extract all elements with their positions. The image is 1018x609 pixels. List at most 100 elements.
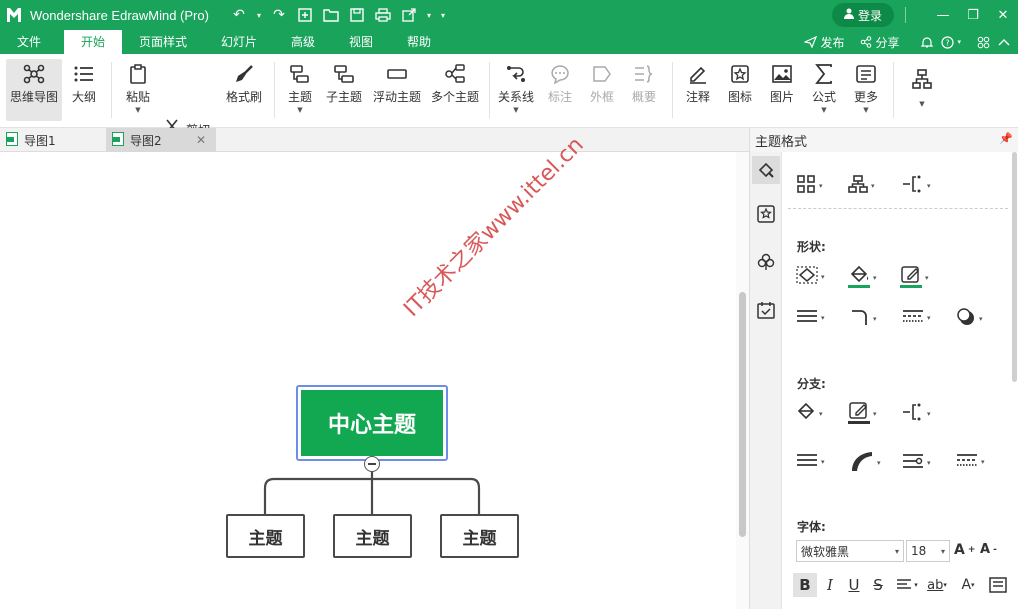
sigma-icon — [815, 59, 833, 89]
subtopic-node[interactable]: 主题 — [440, 514, 519, 558]
clover-icon[interactable] — [752, 248, 780, 276]
help-icon[interactable]: ? ▾ — [941, 35, 969, 49]
org-chart-icon — [848, 174, 868, 197]
font-section-label: 字体: — [797, 520, 826, 534]
font-family-select[interactable]: 微软雅黑 ▾ — [796, 540, 904, 562]
collapse-ribbon-icon[interactable] — [998, 38, 1010, 46]
format-brush-icon[interactable] — [752, 156, 780, 184]
line-weight-icon — [796, 452, 818, 471]
layout-style-picker[interactable]: ▾ — [796, 174, 823, 197]
title-separator — [905, 7, 906, 23]
panel-scrollbar-thumb[interactable] — [1012, 152, 1017, 382]
grid-layout-icon — [796, 174, 816, 197]
corner-style-picker[interactable]: ▾ — [850, 308, 877, 329]
dash-style-icon — [956, 452, 978, 471]
shape-picker[interactable]: ▾ — [796, 266, 825, 287]
publish-label: 发布 — [820, 35, 845, 50]
formula-button[interactable]: 公式 ▼ — [806, 59, 842, 121]
restore-icon[interactable]: ❐ — [958, 0, 988, 30]
decrease-font-icon[interactable]: A- — [980, 542, 997, 557]
login-label: 登录 — [857, 8, 882, 23]
align-icon[interactable]: ▾ — [892, 573, 922, 597]
image-label: 图片 — [769, 90, 794, 104]
connector-style-icon — [902, 174, 924, 197]
more-dropdown-icon[interactable]: ▼ — [863, 105, 868, 115]
border-color-picker[interactable]: ▾ — [900, 264, 929, 291]
canvas-vertical-scrollbar[interactable] — [736, 152, 749, 609]
shape-section-label: 形状: — [797, 240, 826, 254]
branch-fill-picker[interactable]: ▾ — [796, 402, 823, 425]
line-weight-picker[interactable]: ▾ — [796, 308, 825, 327]
structure-picker[interactable]: ▾ — [848, 174, 875, 197]
subtopic-node[interactable]: 主题 — [226, 514, 305, 558]
paint-bucket-icon — [848, 264, 870, 291]
icon-star-tab-icon[interactable] — [752, 200, 780, 228]
branch-connector-picker[interactable]: ▾ — [902, 402, 931, 425]
formula-dropdown-icon[interactable]: ▼ — [821, 105, 826, 115]
panel-scrollbar[interactable] — [1010, 152, 1018, 609]
apps-grid-icon[interactable] — [977, 36, 990, 49]
ribbon-separator — [893, 62, 894, 118]
subtopic-node[interactable]: 主题 — [333, 514, 412, 558]
svg-text:?: ? — [946, 38, 950, 47]
increase-font-icon[interactable]: A + — [954, 542, 975, 558]
font-color-icon[interactable]: A ▾ — [954, 573, 982, 597]
branch-arrow-icon — [902, 452, 924, 473]
layout-button[interactable]: ▼ — [902, 59, 942, 121]
border-pencil-icon — [848, 400, 870, 427]
scrollbar-thumb[interactable] — [739, 292, 746, 537]
login-button[interactable]: 登录 — [832, 3, 894, 27]
image-button[interactable]: 图片 — [764, 59, 800, 121]
shape-diamond-icon — [796, 266, 818, 287]
panel-side-tabs — [750, 152, 782, 609]
more-label: 更多 — [853, 90, 878, 104]
shadow-picker[interactable]: ▾ — [956, 308, 983, 329]
pin-icon[interactable]: 📌 — [999, 132, 1013, 145]
connector-style-picker[interactable]: ▾ — [902, 174, 931, 197]
panel-title: 主题格式 — [755, 134, 808, 150]
tapered-branch-icon — [850, 450, 874, 475]
border-pencil-icon — [900, 264, 922, 291]
panel-header: 主题格式 📌 — [750, 128, 1018, 152]
chevron-down-icon: ▾ — [940, 546, 945, 556]
branch-line-color-picker[interactable]: ▾ — [848, 400, 877, 427]
publish-button[interactable]: 发布 — [804, 34, 852, 51]
shadow-icon — [956, 308, 976, 329]
share-button[interactable]: 分享 — [860, 34, 907, 51]
branch-weight-picker[interactable]: ▾ — [796, 452, 825, 471]
layout-dropdown-icon[interactable]: ▼ — [919, 99, 924, 109]
formula-label: 公式 — [811, 90, 836, 104]
central-topic[interactable]: 中心主题 — [296, 385, 448, 461]
collapse-toggle-icon[interactable] — [364, 456, 380, 472]
branch-taper-picker[interactable]: ▾ — [850, 450, 881, 475]
text-highlight-icon[interactable]: ab ▾ — [922, 573, 952, 597]
paint-bucket-icon — [796, 402, 816, 425]
close-icon[interactable]: ✕ — [988, 0, 1018, 30]
minimize-icon[interactable]: — — [928, 0, 958, 30]
more-button[interactable]: 更多 ▼ — [848, 59, 884, 121]
strikethrough-icon[interactable]: S — [866, 573, 890, 597]
user-icon — [843, 8, 854, 22]
italic-icon[interactable]: I — [818, 573, 842, 597]
fill-color-picker[interactable]: ▾ — [848, 264, 877, 291]
font-size-select[interactable]: 18 ▾ — [906, 540, 950, 562]
corner-style-icon — [850, 308, 870, 329]
branch-dash-picker[interactable]: ▾ — [956, 452, 985, 471]
task-calendar-icon[interactable] — [752, 296, 780, 324]
branch-arrow-picker[interactable]: ▾ — [902, 452, 931, 473]
underline-icon[interactable]: U — [842, 573, 866, 597]
font-family-value: 微软雅黑 — [801, 544, 850, 559]
topic-format-panel: 主题格式 📌 ▾ ▾ ▾ 形状: ▾ ▾ ▾ ▾ ▾ ▾ ▾ 分支: ▾ ▾ ▾… — [749, 128, 1018, 609]
font-size-value: 18 — [911, 544, 927, 558]
layout-tree-icon — [912, 59, 932, 99]
text-box-icon[interactable] — [986, 573, 1010, 597]
connector-style-icon — [902, 402, 924, 425]
dash-style-picker[interactable]: ▾ — [902, 308, 931, 327]
image-icon — [772, 59, 792, 89]
central-topic-label: 中心主题 — [301, 390, 443, 456]
chevron-down-icon: ▾ — [894, 546, 899, 556]
dash-style-icon — [902, 308, 924, 327]
more-icon — [856, 59, 876, 89]
notification-bell-icon[interactable] — [921, 36, 934, 49]
bold-icon[interactable]: B — [793, 573, 817, 597]
